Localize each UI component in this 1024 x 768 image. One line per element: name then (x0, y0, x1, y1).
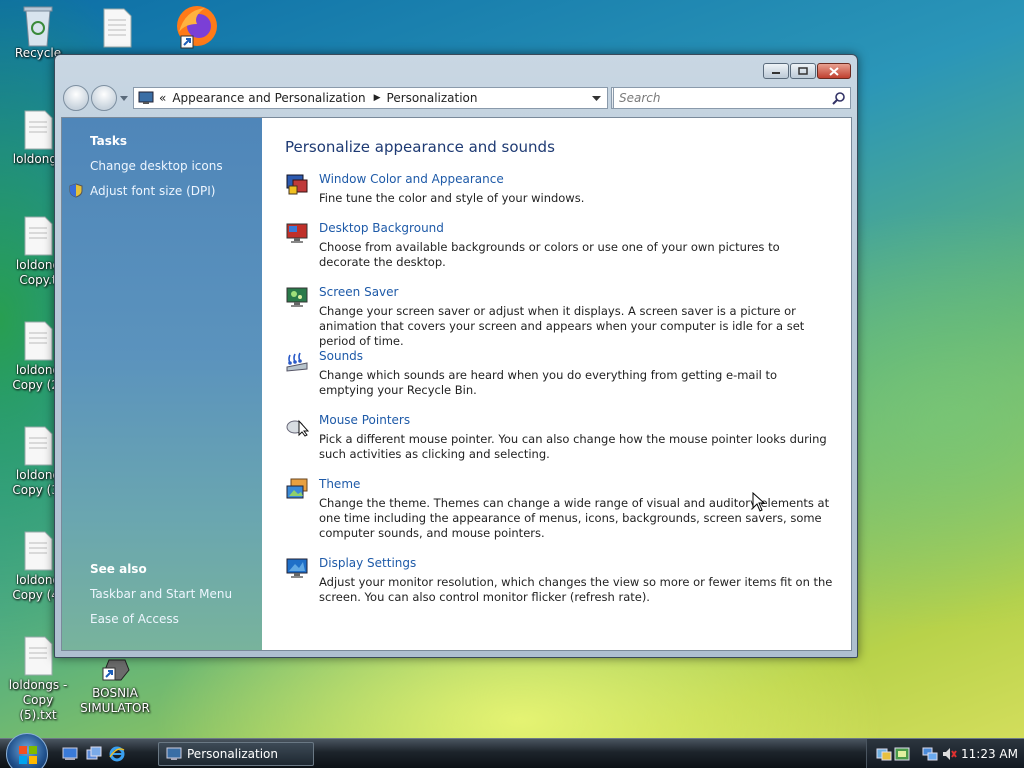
desktop-icon-label: SIMULATOR (80, 701, 150, 715)
network-icon[interactable] (922, 746, 938, 762)
item-description: Fine tune the color and style of your wi… (319, 191, 585, 205)
text-file-icon (23, 426, 53, 466)
tasks-heading: Tasks (90, 134, 128, 148)
see-also-taskbar-start-menu[interactable]: Taskbar and Start Menu (90, 587, 232, 601)
game-shortcut-icon (99, 656, 131, 684)
maximize-button[interactable] (790, 63, 816, 79)
item-title[interactable]: Sounds (319, 349, 363, 363)
mouse-pointers-icon (286, 419, 309, 437)
volume-muted-icon[interactable] (941, 746, 957, 762)
item-description: Pick a different mouse pointer. You can … (319, 432, 827, 461)
close-button[interactable] (817, 63, 851, 79)
main-pane: Personalize appearance and sounds Window… (262, 118, 851, 650)
item-description: Adjust your monitor resolution, which ch… (319, 575, 833, 604)
maximize-icon (798, 67, 808, 75)
item-title[interactable]: Mouse Pointers (319, 413, 410, 427)
text-file-icon (23, 321, 53, 361)
window-controls (763, 63, 851, 79)
minimize-button[interactable] (763, 63, 789, 79)
switch-windows-icon[interactable] (86, 746, 102, 762)
mouse-cursor-icon (752, 492, 766, 512)
tray-app-icon[interactable] (894, 746, 910, 762)
window-content: Tasks Change desktop icons Adjust font s… (61, 117, 852, 651)
clock[interactable]: 11:23 AM (961, 747, 1018, 761)
text-file-icon (23, 636, 53, 676)
recycle-bin-icon (22, 4, 54, 47)
start-button[interactable] (6, 733, 48, 768)
item-title[interactable]: Display Settings (319, 556, 416, 570)
window-color-icon (286, 174, 308, 195)
breadcrumb-personalization[interactable]: Personalization (387, 91, 478, 105)
desktop-icon-label: Copy (5).txt (19, 693, 57, 722)
item-description: Change your screen saver or adjust when … (319, 304, 805, 348)
desktop-icon-file[interactable] (82, 8, 152, 50)
taskbar-button-label: Personalization (187, 747, 278, 761)
item-title[interactable]: Window Color and Appearance (319, 172, 504, 186)
desktop-icon-firefox[interactable] (160, 2, 230, 52)
item-description: Choose from available backgrounds or col… (319, 240, 780, 269)
navigation-bar: « Appearance and Personalization ▶ Perso… (63, 85, 851, 111)
back-button[interactable] (63, 85, 89, 111)
see-also-ease-of-access[interactable]: Ease of Access (90, 612, 179, 626)
desktop-icon-recycle-bin[interactable]: Recycle (3, 4, 73, 61)
internet-explorer-icon[interactable] (109, 746, 125, 762)
page-title: Personalize appearance and sounds (285, 138, 555, 156)
screen-saver-icon (286, 287, 308, 307)
desktop-icon-bosnia-simulator[interactable]: BOSNIA SIMULATOR (80, 656, 150, 716)
sounds-icon (286, 352, 308, 372)
control-panel-icon (166, 747, 182, 760)
forward-button[interactable] (91, 85, 117, 111)
desktop-background-icon (286, 223, 308, 243)
search-icon[interactable] (832, 91, 846, 105)
address-overflow-icon[interactable]: « (159, 91, 166, 105)
tray-app-icon[interactable] (876, 746, 892, 762)
system-tray: 11:23 AM (866, 739, 1024, 768)
display-settings-icon (286, 558, 308, 578)
text-file-icon (102, 8, 132, 48)
close-icon (829, 66, 839, 76)
show-desktop-icon[interactable] (62, 746, 78, 762)
task-adjust-font-size[interactable]: Adjust font size (DPI) (90, 184, 215, 198)
taskbar-button-personalization[interactable]: Personalization (158, 742, 314, 766)
task-change-desktop-icons[interactable]: Change desktop icons (90, 159, 223, 173)
item-title[interactable]: Desktop Background (319, 221, 444, 235)
text-file-icon (23, 216, 53, 256)
item-description: Change which sounds are heard when you d… (319, 368, 778, 397)
desktop-icon-label: BOSNIA (92, 686, 138, 700)
task-pane: Tasks Change desktop icons Adjust font s… (62, 118, 262, 650)
item-title[interactable]: Screen Saver (319, 285, 398, 299)
theme-icon (286, 478, 308, 499)
personalization-window: « Appearance and Personalization ▶ Perso… (54, 54, 858, 658)
recent-pages-icon[interactable] (120, 94, 128, 102)
item-title[interactable]: Theme (319, 477, 360, 491)
windows-logo-icon (19, 746, 37, 764)
firefox-icon (171, 2, 219, 50)
address-dropdown-icon[interactable] (592, 95, 601, 102)
minimize-icon (772, 72, 780, 74)
text-file-icon (23, 531, 53, 571)
search-placeholder: Search (619, 91, 661, 105)
see-also-heading: See also (90, 562, 147, 576)
address-bar[interactable]: « Appearance and Personalization ▶ Perso… (133, 87, 608, 109)
search-input[interactable]: Search (613, 87, 851, 109)
text-file-icon (23, 110, 53, 150)
control-panel-icon (138, 91, 154, 104)
taskbar: Personalization 11:23 AM (0, 733, 1024, 768)
breadcrumb-appearance[interactable]: Appearance and Personalization (172, 91, 365, 105)
breadcrumb-separator-icon[interactable]: ▶ (374, 93, 381, 103)
desktop-icon-label: loldongs - (8, 678, 68, 692)
uac-shield-icon (69, 183, 83, 198)
